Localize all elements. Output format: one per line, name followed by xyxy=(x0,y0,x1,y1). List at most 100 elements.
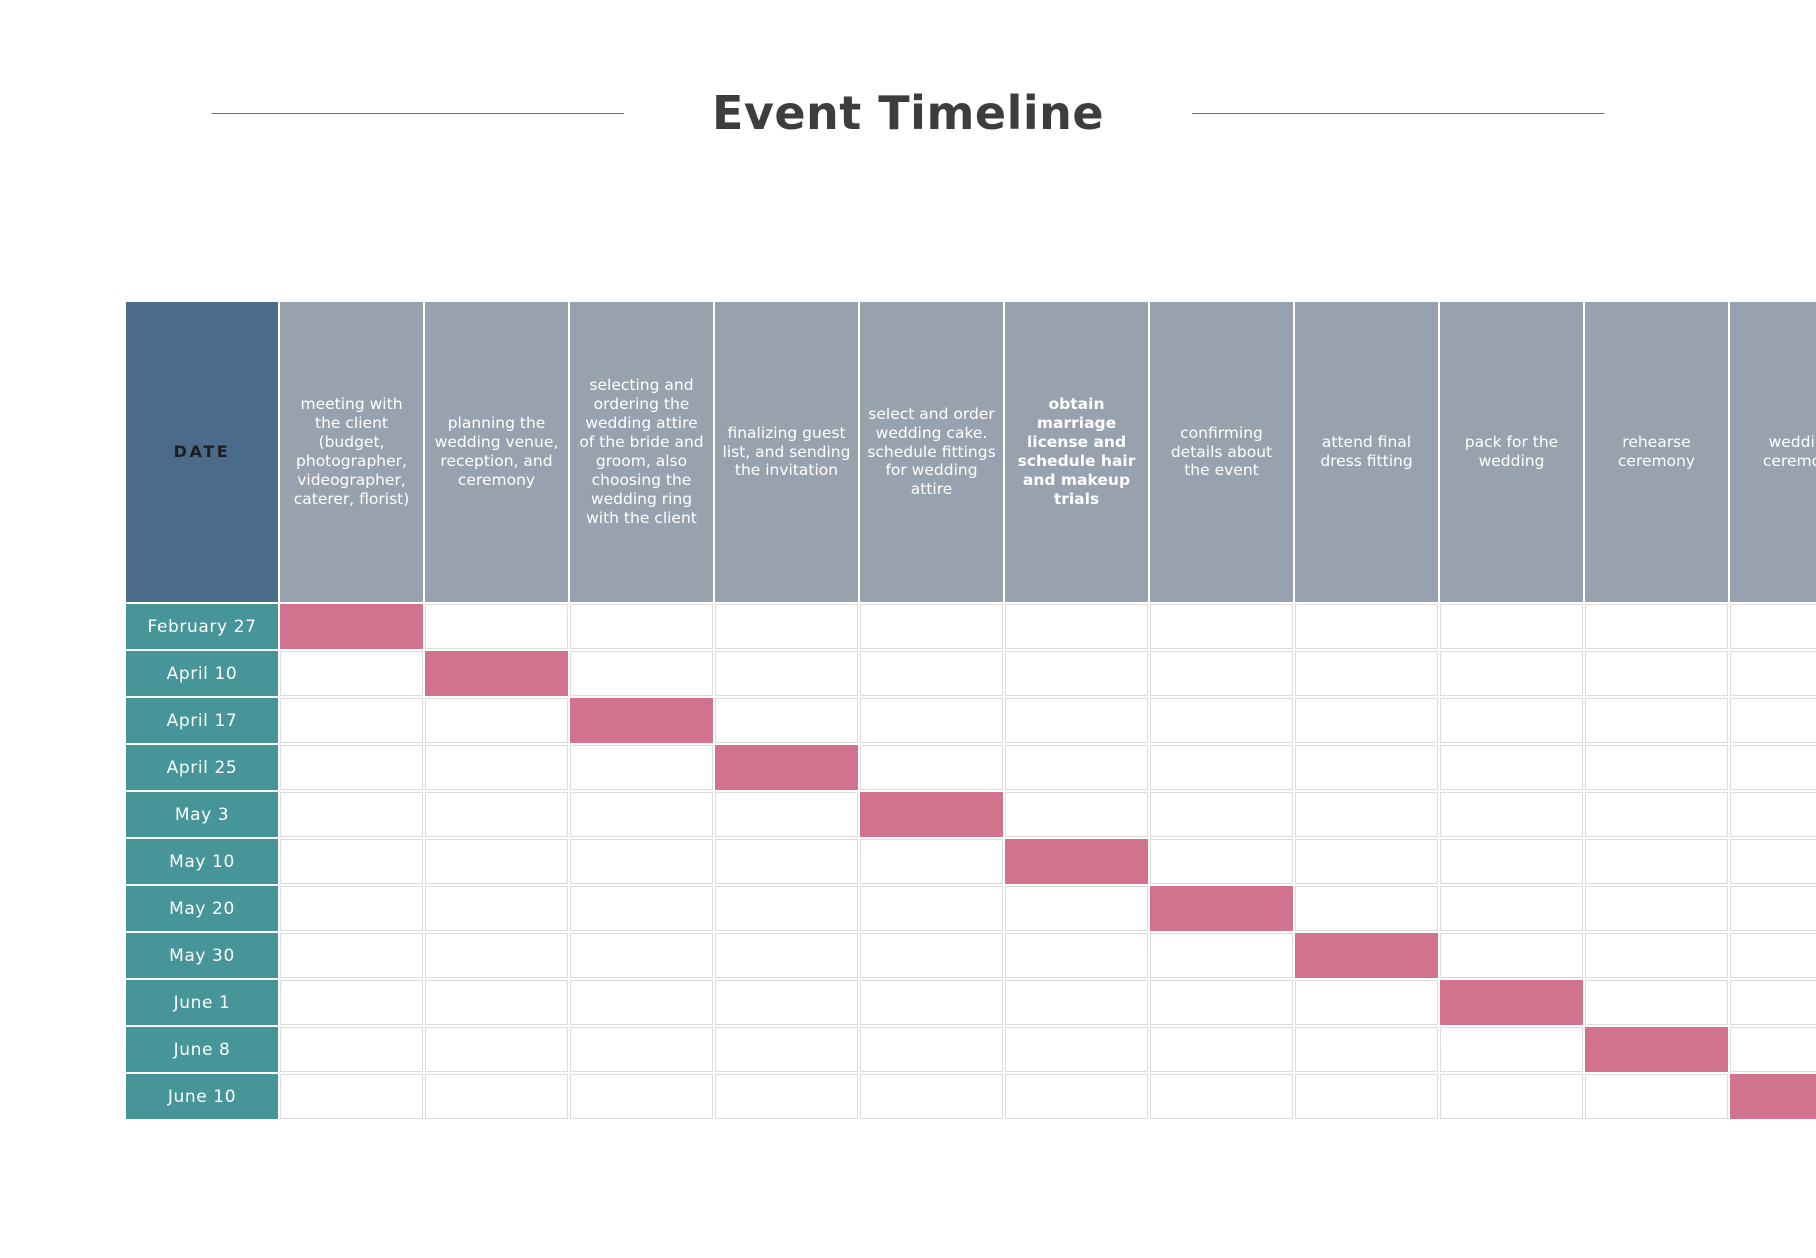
table-row: April 25 xyxy=(126,745,1816,790)
timeline-empty-cell xyxy=(860,745,1003,790)
timeline-empty-cell xyxy=(1150,933,1293,978)
timeline-empty-cell xyxy=(1005,886,1148,931)
timeline-bar-cell xyxy=(1295,933,1438,978)
timeline-empty-cell xyxy=(425,1027,568,1072)
timeline-empty-cell xyxy=(1730,1027,1816,1072)
timeline-empty-cell xyxy=(1295,745,1438,790)
timeline-empty-cell xyxy=(1440,839,1583,884)
timeline-empty-cell xyxy=(1005,933,1148,978)
timeline-empty-cell xyxy=(570,604,713,649)
timeline-empty-cell xyxy=(1150,1074,1293,1119)
timeline-empty-cell xyxy=(1295,604,1438,649)
date-cell-5: May 10 xyxy=(126,839,278,884)
timeline-empty-cell xyxy=(1150,745,1293,790)
timeline-empty-cell xyxy=(860,698,1003,743)
timeline-bar-cell xyxy=(1585,1027,1728,1072)
timeline-table-body: February 27 April 10 April 17 April 25 May 3… xyxy=(126,604,1816,1119)
timeline-empty-cell xyxy=(715,651,858,696)
timeline-empty-cell xyxy=(1585,933,1728,978)
timeline-empty-cell xyxy=(570,651,713,696)
timeline-empty-cell xyxy=(1005,980,1148,1025)
column-header-task-7: attend final dress fitting xyxy=(1295,302,1438,602)
timeline-empty-cell xyxy=(1150,1027,1293,1072)
timeline-bar-cell xyxy=(1150,886,1293,931)
timeline-empty-cell xyxy=(1585,651,1728,696)
timeline-empty-cell xyxy=(1295,1074,1438,1119)
table-row: June 8 xyxy=(126,1027,1816,1072)
column-header-date: DATE xyxy=(126,302,278,602)
table-row: May 20 xyxy=(126,886,1816,931)
timeline-empty-cell xyxy=(1150,604,1293,649)
timeline-empty-cell xyxy=(1440,1027,1583,1072)
table-row: June 10 xyxy=(126,1074,1816,1119)
table-row: June 1 xyxy=(126,980,1816,1025)
title-rule-left xyxy=(211,112,624,114)
column-header-task-10: wedding ceremony xyxy=(1730,302,1816,602)
timeline-empty-cell xyxy=(1295,1027,1438,1072)
timeline-empty-cell xyxy=(280,698,423,743)
timeline-empty-cell xyxy=(715,604,858,649)
timeline-empty-cell xyxy=(1585,792,1728,837)
timeline-empty-cell xyxy=(1585,604,1728,649)
date-cell-3: April 25 xyxy=(126,745,278,790)
timeline-bar-cell xyxy=(1005,839,1148,884)
title-block: Event Timeline xyxy=(0,78,1816,148)
timeline-empty-cell xyxy=(715,839,858,884)
timeline-empty-cell xyxy=(1440,651,1583,696)
header-row: DATE meeting with the client (budget, ph… xyxy=(126,302,1816,602)
timeline-bar-cell xyxy=(280,604,423,649)
timeline-empty-cell xyxy=(280,933,423,978)
timeline-empty-cell xyxy=(1295,980,1438,1025)
timeline-empty-cell xyxy=(425,745,568,790)
date-cell-6: May 20 xyxy=(126,886,278,931)
timeline-empty-cell xyxy=(570,745,713,790)
timeline-empty-cell xyxy=(280,886,423,931)
column-header-task-1: planning the wedding venue, reception, a… xyxy=(425,302,568,602)
timeline-empty-cell xyxy=(1730,980,1816,1025)
timeline-empty-cell xyxy=(1730,745,1816,790)
timeline-table-wrap: DATE meeting with the client (budget, ph… xyxy=(124,300,1816,1121)
timeline-empty-cell xyxy=(570,1027,713,1072)
timeline-empty-cell xyxy=(860,933,1003,978)
timeline-empty-cell xyxy=(860,651,1003,696)
date-cell-2: April 17 xyxy=(126,698,278,743)
timeline-empty-cell xyxy=(1585,745,1728,790)
timeline-empty-cell xyxy=(715,698,858,743)
timeline-empty-cell xyxy=(570,933,713,978)
timeline-empty-cell xyxy=(1730,933,1816,978)
table-row: April 10 xyxy=(126,651,1816,696)
timeline-empty-cell xyxy=(570,792,713,837)
timeline-empty-cell xyxy=(1150,792,1293,837)
timeline-empty-cell xyxy=(570,1074,713,1119)
timeline-empty-cell xyxy=(1005,745,1148,790)
table-row: May 3 xyxy=(126,792,1816,837)
timeline-empty-cell xyxy=(1440,933,1583,978)
timeline-empty-cell xyxy=(1440,886,1583,931)
timeline-empty-cell xyxy=(1150,980,1293,1025)
timeline-empty-cell xyxy=(860,1074,1003,1119)
timeline-empty-cell xyxy=(1585,698,1728,743)
date-cell-10: June 10 xyxy=(126,1074,278,1119)
column-header-task-6: confirming details about the event xyxy=(1150,302,1293,602)
timeline-empty-cell xyxy=(1730,886,1816,931)
column-header-task-3: finalizing guest list, and sending the i… xyxy=(715,302,858,602)
timeline-empty-cell xyxy=(425,698,568,743)
timeline-table: DATE meeting with the client (budget, ph… xyxy=(124,300,1816,1121)
date-cell-7: May 30 xyxy=(126,933,278,978)
timeline-empty-cell xyxy=(715,886,858,931)
date-cell-8: June 1 xyxy=(126,980,278,1025)
timeline-empty-cell xyxy=(715,1074,858,1119)
timeline-bar-cell xyxy=(570,698,713,743)
timeline-empty-cell xyxy=(1730,651,1816,696)
timeline-empty-cell xyxy=(1150,698,1293,743)
title-rule-right xyxy=(1192,112,1605,114)
timeline-empty-cell xyxy=(570,886,713,931)
timeline-bar-cell xyxy=(715,745,858,790)
timeline-empty-cell xyxy=(1295,792,1438,837)
timeline-empty-cell xyxy=(715,1027,858,1072)
timeline-empty-cell xyxy=(425,792,568,837)
date-cell-4: May 3 xyxy=(126,792,278,837)
timeline-empty-cell xyxy=(1005,1074,1148,1119)
timeline-empty-cell xyxy=(1585,980,1728,1025)
timeline-empty-cell xyxy=(1730,839,1816,884)
